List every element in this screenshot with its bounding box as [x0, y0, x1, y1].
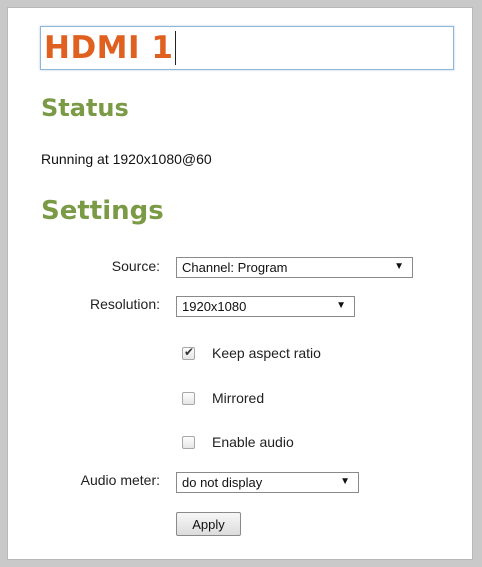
resolution-select[interactable]: 1920x1080 ▼: [176, 296, 355, 317]
mirrored-checkbox[interactable]: [182, 391, 195, 405]
status-heading: Status: [41, 94, 129, 122]
source-label: Source:: [111, 258, 160, 274]
settings-heading: Settings: [41, 196, 164, 226]
mirrored-row: Mirrored: [182, 390, 264, 406]
settings-panel: HDMI 1 Status Running at 1920x1080@60 Se…: [7, 7, 473, 560]
text-caret: [175, 31, 177, 65]
enable-audio-checkbox[interactable]: [182, 435, 195, 449]
channel-name-input[interactable]: HDMI 1: [40, 26, 454, 70]
status-text: Running at 1920x1080@60: [41, 151, 212, 167]
chevron-down-icon: ▼: [340, 476, 350, 487]
audio-meter-select-value: do not display: [182, 475, 263, 490]
keep-aspect-label: Keep aspect ratio: [212, 345, 321, 361]
enable-audio-row: Enable audio: [182, 434, 294, 450]
checkmark-icon: ✔: [184, 344, 195, 359]
apply-button[interactable]: Apply: [176, 512, 241, 536]
channel-name-text: HDMI 1: [44, 30, 174, 66]
source-select-value: Channel: Program: [182, 260, 288, 275]
audio-meter-select[interactable]: do not display ▼: [176, 472, 359, 493]
chevron-down-icon: ▼: [336, 300, 346, 311]
keep-aspect-checkbox[interactable]: ✔: [182, 344, 195, 360]
enable-audio-label: Enable audio: [212, 434, 294, 450]
keep-aspect-row: ✔ Keep aspect ratio: [182, 345, 321, 361]
resolution-select-value: 1920x1080: [182, 299, 247, 314]
mirrored-label: Mirrored: [212, 390, 265, 406]
audio-meter-label: Audio meter:: [80, 472, 160, 488]
chevron-down-icon: ▼: [394, 261, 404, 272]
source-select[interactable]: Channel: Program ▼: [176, 257, 413, 278]
resolution-label: Resolution:: [89, 296, 160, 312]
